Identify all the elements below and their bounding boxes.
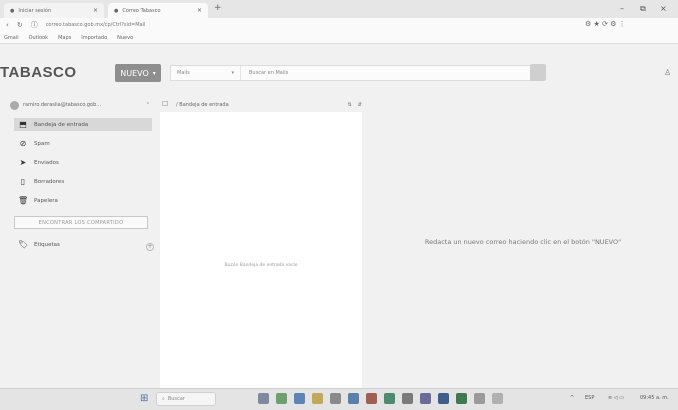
user-email: ramiro.deraslia@tabasco.gob... [23, 102, 102, 108]
task-view-icon[interactable] [258, 393, 269, 404]
tab-title: Correo Tabasco [122, 7, 161, 14]
reload-icon[interactable]: ↻ [17, 21, 23, 29]
chevron-down-icon: ▾ [231, 70, 234, 76]
excel-icon[interactable] [456, 393, 467, 404]
site-info-icon[interactable]: ⓘ [31, 20, 38, 30]
close-icon[interactable]: × [197, 7, 202, 14]
breadcrumb: / Bandeja de entrada ⇅ ⇵ [176, 99, 362, 111]
maximize-button[interactable]: ⧉ [640, 4, 646, 14]
sidebar-item-sent[interactable]: ➤ Enviados [14, 156, 154, 169]
empty-list-message: Buzón Bandeja de entrada vacío [224, 263, 298, 268]
store-icon[interactable] [348, 393, 359, 404]
app-icon[interactable] [330, 393, 341, 404]
bookmark-item[interactable]: Importado [81, 35, 107, 41]
account-selector[interactable]: ramiro.deraslia@tabasco.gob... ⌃ [10, 99, 150, 111]
address-bar: ‹ ↻ ⓘ correo.tabasco.gob.mx/cp/Ctrl?sid=… [0, 18, 678, 32]
sidebar-item-trash[interactable]: 🗑 Papelera [14, 194, 154, 207]
taskbar-search-label: Buscar [167, 396, 185, 402]
trash-icon: 🗑 [18, 196, 29, 205]
app-icon[interactable] [420, 393, 431, 404]
user-menu-icon[interactable]: ♙ [664, 68, 671, 77]
chevron-down-icon: ▾ [152, 69, 156, 77]
app-icon[interactable] [402, 393, 413, 404]
bookmark-item[interactable]: Nuevo [117, 35, 133, 41]
add-tag-button[interactable]: + [146, 243, 154, 251]
minimize-button[interactable]: – [620, 4, 624, 13]
extensions-icon[interactable]: ⚙ ★ ⟳ ⚙ ⋮ [585, 20, 626, 28]
search-scope-select[interactable]: Mails ▾ [171, 66, 241, 80]
bookmark-item[interactable]: Gmail [4, 35, 19, 41]
draft-icon: ▯ [20, 177, 26, 186]
sidebar-item-label: Etiquetas [34, 241, 60, 248]
url-field[interactable]: correo.tabasco.gob.mx/cp/Ctrl?sid=Mail [46, 22, 146, 28]
find-shared-button[interactable]: ENCONTRAR LOS COMPARTIDO [14, 216, 148, 229]
sidebar-item-label: Spam [34, 140, 50, 147]
search-button[interactable] [530, 64, 546, 81]
inbox-icon: ⬒ [19, 120, 27, 129]
sidebar-item-label: Enviados [34, 159, 59, 166]
send-icon: ➤ [19, 158, 27, 167]
search-input[interactable]: Buscar en Mails [241, 70, 288, 76]
back-icon[interactable]: ‹ [6, 21, 9, 29]
close-icon[interactable]: × [93, 7, 98, 14]
tray-chevron-icon[interactable]: ^ [570, 395, 574, 401]
browser-tab[interactable]: ● Iniciar sesión × [4, 3, 104, 18]
search-box: Mails ▾ Buscar en Mails [170, 65, 538, 81]
folder-icon[interactable] [312, 393, 323, 404]
sidebar-item-inbox[interactable]: ⬒ Bandeja de entrada [14, 118, 152, 131]
new-message-button[interactable]: NUEVO ▾ [115, 64, 161, 82]
app-icon[interactable] [276, 393, 287, 404]
chevron-up-icon: ⌃ [145, 102, 150, 108]
start-icon[interactable]: ⊞ [140, 393, 148, 404]
avatar [10, 100, 19, 110]
message-list [160, 112, 362, 388]
app-icon[interactable] [366, 393, 377, 404]
app-icon[interactable] [492, 393, 503, 404]
sort-icon[interactable]: ⇅ [348, 102, 352, 108]
reading-pane-placeholder: Redacta un nuevo correo haciendo clic en… [424, 238, 622, 246]
bookmarks-bar: Gmail Outlook Maps Importado Nuevo [0, 32, 678, 44]
sidebar-item-label: Borradores [34, 178, 65, 185]
new-button-label: NUEVO [120, 68, 149, 78]
taskbar-search[interactable]: ⌕ Buscar [156, 392, 216, 406]
sidebar-item-label: Papelera [34, 197, 58, 204]
search-scope-label: Mails [177, 70, 190, 76]
tag-icon: 🏷 [18, 240, 29, 249]
network-icon[interactable]: ≋ ◁ ▭ [608, 395, 624, 401]
bookmark-item[interactable]: Maps [58, 35, 71, 41]
new-tab-button[interactable]: + [214, 3, 222, 13]
tab-favicon-icon: ● [10, 7, 15, 14]
language-indicator[interactable]: ESP [585, 395, 594, 401]
search-icon: ⌕ [162, 396, 165, 402]
sidebar-item-label: Bandeja de entrada [34, 121, 89, 128]
select-all-checkbox[interactable]: ☐ [162, 100, 168, 108]
clock[interactable]: 09:45 a. m. [640, 395, 669, 401]
chrome-icon[interactable] [384, 393, 395, 404]
word-icon[interactable] [438, 393, 449, 404]
spam-icon: ⊘ [19, 139, 27, 148]
tab-title: Iniciar sesión [18, 7, 52, 14]
sidebar-item-spam[interactable]: ⊘ Spam [14, 137, 154, 150]
bookmark-item[interactable]: Outlook [29, 35, 48, 41]
breadcrumb-label: / Bandeja de entrada [176, 102, 229, 108]
sidebar-item-drafts[interactable]: ▯ Borradores [14, 175, 154, 188]
browser-tab-active[interactable]: ● Correo Tabasco × [108, 3, 208, 18]
sidebar-item-tags[interactable]: 🏷 Etiquetas [14, 238, 154, 251]
edge-icon[interactable] [294, 393, 305, 404]
app-icon[interactable] [474, 393, 485, 404]
close-window-button[interactable]: × [660, 4, 667, 13]
filter-icon[interactable]: ⇵ [358, 102, 362, 108]
app-logo: TABASCO [0, 64, 77, 81]
tab-favicon-icon: ● [114, 7, 119, 14]
